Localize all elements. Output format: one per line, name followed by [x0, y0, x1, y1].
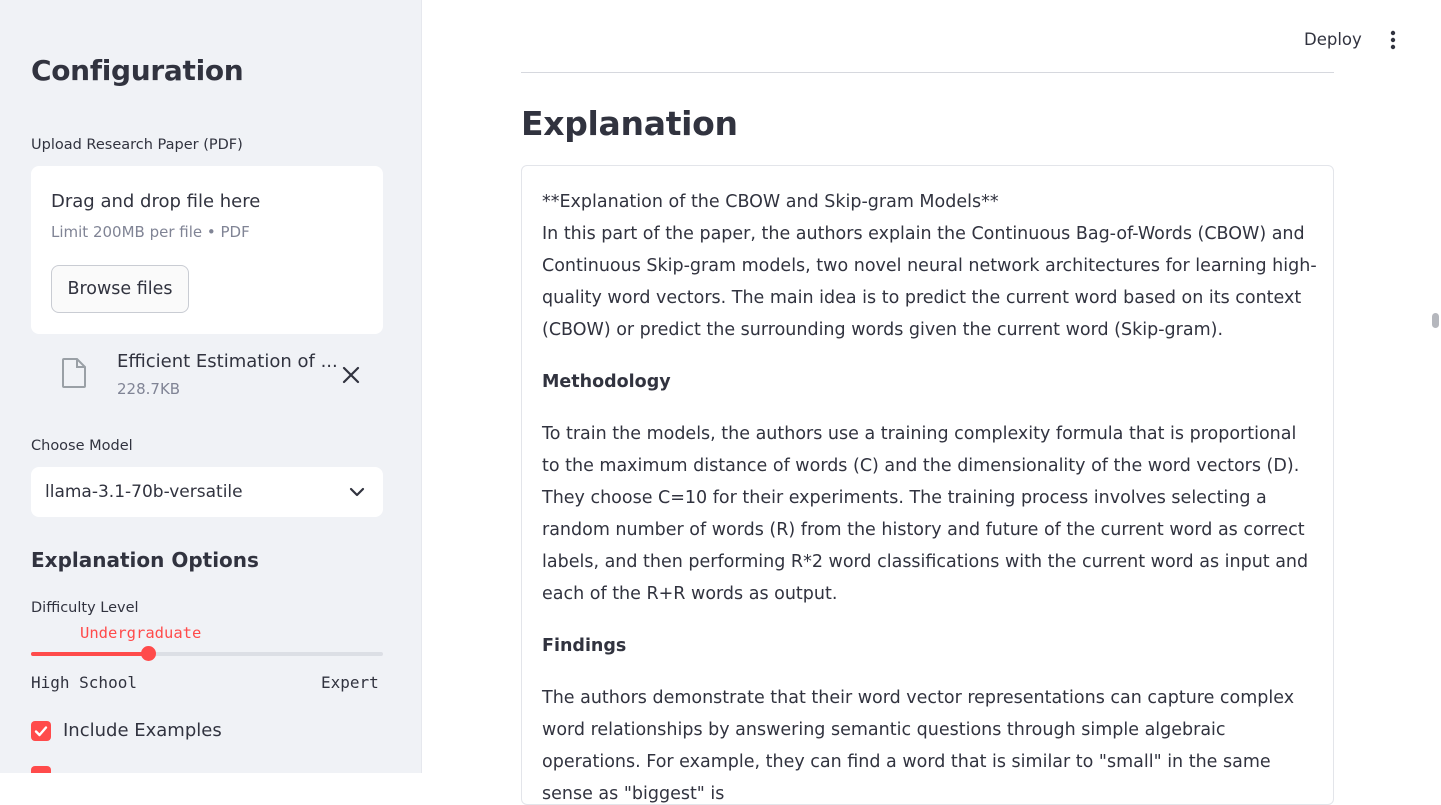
explanation-body: **Explanation of the CBOW and Skip-gram …: [542, 186, 1317, 804]
deploy-button[interactable]: Deploy: [1298, 28, 1368, 51]
explanation-container: **Explanation of the CBOW and Skip-gram …: [521, 165, 1334, 805]
findings-text: The authors demonstrate that their word …: [542, 688, 1295, 804]
include-examples-label: Include Examples: [63, 720, 222, 741]
page-scrollbar[interactable]: [1432, 313, 1439, 328]
difficulty-slider-fill: [31, 652, 149, 656]
checkmark-icon: [34, 726, 48, 737]
file-name: Efficient Estimation of ...: [117, 351, 338, 372]
difficulty-slider-thumb[interactable]: [141, 646, 156, 661]
difficulty-value: Undergraduate: [80, 624, 202, 642]
difficulty-label: Difficulty Level: [31, 600, 139, 616]
model-select-value: llama-3.1-70b-versatile: [45, 482, 243, 502]
methodology-heading: Methodology: [542, 372, 671, 392]
vertical-dots-icon[interactable]: [1384, 29, 1402, 51]
next-option-checkbox[interactable]: [31, 766, 51, 773]
options-heading: Explanation Options: [31, 548, 259, 572]
browse-files-button[interactable]: Browse files: [51, 265, 189, 313]
sidebar: Configuration Upload Research Paper (PDF…: [0, 0, 422, 773]
include-examples-checkbox[interactable]: [31, 721, 51, 741]
file-icon: [62, 358, 86, 388]
explanation-intro: **Explanation of the CBOW and Skip-gram …: [542, 186, 1317, 346]
difficulty-max-label: Expert: [321, 673, 379, 692]
divider: [521, 72, 1334, 73]
methodology-text: To train the models, the authors use a t…: [542, 424, 1309, 604]
file-dropzone[interactable]: Drag and drop file here Limit 200MB per …: [31, 166, 383, 334]
page-title: Explanation: [521, 104, 738, 143]
intro-heading: **Explanation of the CBOW and Skip-gram …: [542, 192, 999, 212]
upload-label: Upload Research Paper (PDF): [31, 137, 243, 153]
dropzone-text: Drag and drop file here: [51, 191, 261, 212]
findings-heading: Findings: [542, 636, 627, 656]
close-icon[interactable]: [341, 365, 361, 385]
dropzone-limit-text: Limit 200MB per file • PDF: [51, 223, 250, 241]
intro-text: In this part of the paper, the authors e…: [542, 224, 1317, 340]
file-size: 228.7KB: [117, 380, 181, 398]
model-select[interactable]: llama-3.1-70b-versatile: [31, 467, 383, 517]
chevron-down-icon: [349, 487, 365, 497]
model-label: Choose Model: [31, 438, 133, 454]
sidebar-title: Configuration: [31, 54, 244, 87]
uploaded-file: Efficient Estimation of ... 228.7KB: [31, 346, 383, 406]
difficulty-min-label: High School: [31, 673, 137, 692]
